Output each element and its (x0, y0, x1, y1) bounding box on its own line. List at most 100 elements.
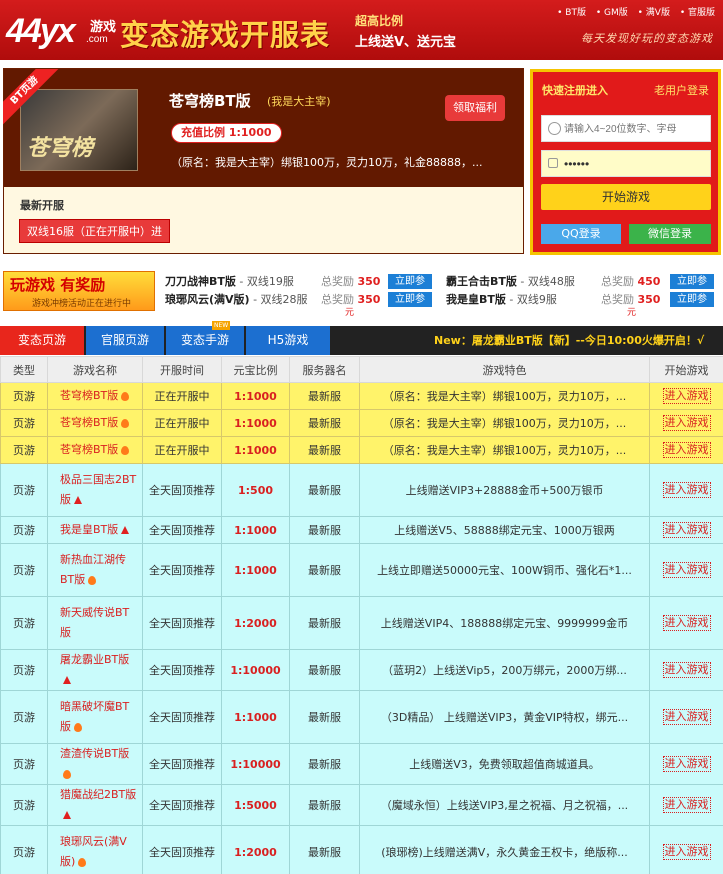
nav-link-official[interactable]: • 官服版 (680, 8, 715, 18)
cell-ratio: 1:1000 (221, 690, 290, 744)
cell-game-name[interactable]: 苍穹榜BT版 (47, 436, 143, 464)
cell-action: 进入游戏 (649, 436, 723, 464)
enter-game-button[interactable]: 进入游戏 (662, 797, 711, 813)
nav-link-gm[interactable]: • GM版 (596, 8, 628, 18)
cell-game-name[interactable]: 琅琊风云(满V版) (47, 825, 143, 874)
cell-type: 页游 (0, 743, 48, 785)
enter-game-button[interactable]: 进入游戏 (662, 756, 711, 772)
join-button[interactable]: 立即参 (388, 292, 432, 307)
enter-game-button[interactable]: 进入游戏 (662, 442, 711, 458)
cell-action: 进入游戏 (649, 743, 723, 785)
table-row: 页游 极品三国志2BT版 全天固顶推荐 1:500 最新服 上线赠送VIP3+28888金… (0, 463, 723, 517)
cell-game-name[interactable]: 极品三国志2BT版 (47, 463, 143, 517)
table-row: 页游 猎魔战纪2BT版 全天固顶推荐 1:5000 最新服 （魔域永恒）上线送VIP3,星… (0, 784, 723, 826)
game-name-text[interactable]: 极品三国志2BT版 (60, 473, 136, 506)
old-user-login-link[interactable]: 老用户登录 (654, 82, 709, 98)
cell-game-name[interactable]: 新热血江湖传BT版 (47, 543, 143, 597)
start-game-button[interactable]: 开始游戏 (541, 184, 711, 210)
col-header-time: 开服时间 (142, 356, 222, 383)
game-name-text[interactable]: 琅琊风云(满V版) (60, 835, 127, 868)
tab-bt-webgames[interactable]: 变态页游 (0, 326, 84, 355)
featured-game-description: （原名：我是大主宰）绑银100万，灵力10万，礼金88888，... (171, 156, 483, 169)
cell-open-time: 全天固顶推荐 (142, 649, 222, 691)
tab-bt-mobile-games[interactable]: 变态手游 (166, 326, 244, 355)
enter-game-button[interactable]: 进入游戏 (662, 482, 711, 498)
enter-game-button[interactable]: 进入游戏 (662, 615, 711, 631)
cell-feature: （原名：我是大主宰）绑银100万，灵力10万，... (359, 409, 650, 437)
col-header-type: 类型 (0, 356, 48, 383)
promo-game-name: 刀刀战神BT版 (165, 275, 236, 288)
game-name-text[interactable]: 新天威传说BT版 (60, 606, 129, 639)
tab-h5-games[interactable]: H5游戏 (246, 326, 330, 355)
cell-feature: 上线赠送VIP3+28888金币+500万银币 (359, 463, 650, 517)
claim-gift-button[interactable]: 领取福利 (445, 95, 505, 121)
tab-official-webgames[interactable]: 官服页游 (86, 326, 164, 355)
enter-game-button[interactable]: 进入游戏 (662, 415, 711, 431)
fire-icon (121, 445, 130, 455)
cell-game-name[interactable]: 苍穹榜BT版 (47, 409, 143, 437)
enter-game-button[interactable]: 进入游戏 (662, 388, 711, 404)
col-header-feature: 游戏特色 (359, 356, 650, 383)
cell-type: 页游 (0, 382, 48, 410)
promo-game[interactable]: 我是皇BT版 - 双线9服 (446, 291, 598, 309)
site-header: 44yx 游戏 .com 变态游戏开服表 超高比例 上线送V、送元宝 • BT版… (0, 0, 723, 60)
promo-strip: 玩游戏 有奖励 游戏冲榜活动正在进行中 刀刀战神BT版 - 双线19服 总奖励 … (3, 265, 721, 320)
qq-login-button[interactable]: QQ登录 (541, 224, 621, 244)
cell-game-name[interactable]: 我是皇BT版 (47, 516, 143, 544)
server-list-table: 类型 游戏名称 开服时间 元宝比例 服务器名 游戏特色 开始游戏 页游 苍穹榜BT… (0, 356, 723, 874)
username-input[interactable] (564, 120, 710, 138)
game-name-text[interactable]: 暗黑破坏魔BT版 (60, 700, 129, 733)
promo-game[interactable]: 刀刀战神BT版 - 双线19服 (165, 273, 317, 291)
cell-ratio: 1:1000 (221, 409, 290, 437)
promo-game[interactable]: 霸王合击BT版 - 双线48服 (446, 273, 598, 291)
table-row: 页游 苍穹榜BT版 正在开服中 1:1000 最新服 （原名：我是大主宰）绑银100万，灵… (0, 409, 723, 437)
cell-action: 进入游戏 (649, 825, 723, 874)
password-input[interactable] (564, 155, 710, 173)
site-logo[interactable]: 44yx 游戏 .com (6, 6, 116, 52)
enter-game-button[interactable]: 进入游戏 (662, 562, 711, 578)
game-name-text[interactable]: 猎魔战纪2BT版 (60, 788, 136, 801)
cell-game-name[interactable]: 猎魔战纪2BT版 (47, 784, 143, 826)
promo-banner[interactable]: 玩游戏 有奖励 游戏冲榜活动正在进行中 (3, 271, 155, 311)
game-name-text[interactable]: 我是皇BT版 (60, 523, 118, 536)
user-icon (548, 122, 561, 135)
category-tabs: 变态页游 官服页游 变态手游 NEW H5游戏 New：屠龙霸业BT版【新】--… (0, 321, 723, 355)
table-row: 页游 新热血江湖传BT版 全天固顶推荐 1:1000 最新服 上线立即赠送50000元宝、… (0, 543, 723, 597)
game-name-text[interactable]: 渣渣传说BT版 (60, 747, 129, 760)
reward-currency: 元 (627, 308, 637, 318)
cell-game-name[interactable]: 苍穹榜BT版 (47, 382, 143, 410)
fire-icon (63, 769, 71, 779)
game-name-text[interactable]: 屠龙霸业BT版 (60, 653, 129, 666)
nav-link-full-v[interactable]: • 满V版 (638, 8, 670, 18)
cell-server: 最新服 (289, 825, 360, 874)
promo-game[interactable]: 琅琊风云(满V版) - 双线28服 (165, 291, 317, 309)
join-button[interactable]: 立即参 (670, 274, 714, 289)
cell-type: 页游 (0, 825, 48, 874)
enter-game-button[interactable]: 进入游戏 (662, 662, 711, 678)
featured-game-name[interactable]: 苍穹榜BT版 (169, 90, 251, 111)
nav-link-bt[interactable]: • BT版 (557, 8, 586, 18)
join-button[interactable]: 立即参 (670, 292, 714, 307)
bt-webgame-ribbon: BT页游 (3, 69, 63, 129)
enter-game-button[interactable]: 进入游戏 (662, 522, 711, 538)
cell-game-name[interactable]: 渣渣传说BT版 (47, 743, 143, 785)
news-marquee[interactable]: New：屠龙霸业BT版【新】--今日10:00火爆开启！√ (434, 326, 704, 355)
latest-server-button[interactable]: 双线16服（正在开服中）进 (19, 219, 170, 243)
enter-game-button[interactable]: 进入游戏 (662, 844, 711, 860)
wechat-login-button[interactable]: 微信登录 (629, 224, 711, 244)
table-row: 页游 苍穹榜BT版 正在开服中 1:1000 最新服 （原名：我是大主宰）绑银100万，灵… (0, 382, 723, 410)
promo-reward: 总奖励 350 (321, 273, 380, 291)
game-name-text[interactable]: 苍穹榜BT版 (60, 416, 118, 429)
cell-game-name[interactable]: 屠龙霸业BT版 (47, 649, 143, 691)
cell-game-name[interactable]: 新天威传说BT版 (47, 596, 143, 650)
quick-register-link[interactable]: 快速注册进入 (542, 82, 608, 98)
recharge-ratio-badge: 充值比例 1:1000 (171, 123, 282, 143)
game-name-text[interactable]: 苍穹榜BT版 (60, 389, 118, 402)
game-name-text[interactable]: 苍穹榜BT版 (60, 443, 118, 456)
cell-game-name[interactable]: 暗黑破坏魔BT版 (47, 690, 143, 744)
cell-server: 最新服 (289, 516, 360, 544)
cell-type: 页游 (0, 409, 48, 437)
enter-game-button[interactable]: 进入游戏 (662, 709, 711, 725)
join-button[interactable]: 立即参 (388, 274, 432, 289)
cell-action: 进入游戏 (649, 690, 723, 744)
